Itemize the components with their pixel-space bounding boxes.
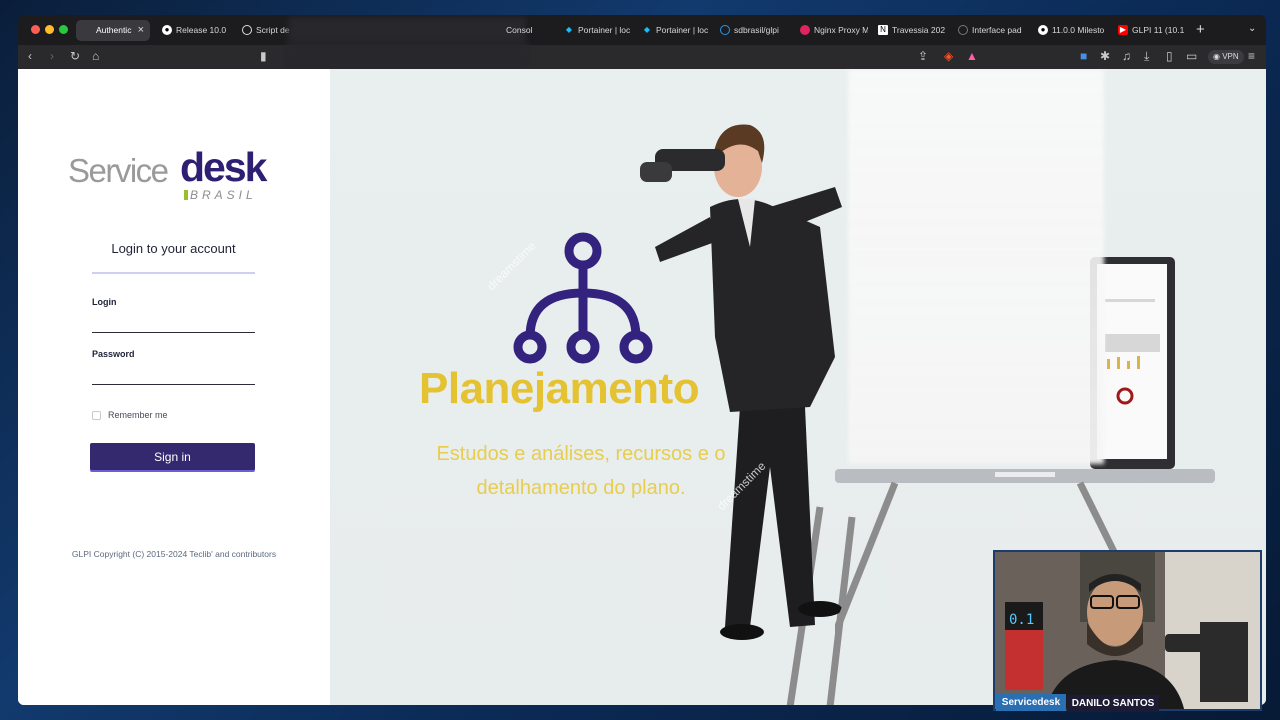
- github-icon: ●: [162, 25, 172, 35]
- tab-menu-chevron-icon[interactable]: ⌄: [1248, 23, 1256, 34]
- brave-rewards-icon[interactable]: ▲: [966, 49, 978, 63]
- minimize-window-button[interactable]: [45, 25, 54, 34]
- tab-youtube[interactable]: ▶ GLPI 11 (10.1: [1112, 20, 1188, 41]
- portainer-icon: ◆: [565, 25, 573, 34]
- presenter-brand-badge: Servicedesk: [996, 694, 1066, 711]
- back-icon[interactable]: ‹: [28, 49, 32, 63]
- login-input[interactable]: [92, 315, 255, 333]
- redacted-tabs: [288, 17, 526, 43]
- copyright-text: GLPI Copyright (C) 2015-2024 Teclib' and…: [71, 549, 277, 559]
- tab-portainer-1[interactable]: ◆ Portainer | loc: [558, 20, 632, 41]
- login-label: Login: [92, 297, 117, 307]
- close-tab-icon[interactable]: ×: [138, 20, 144, 41]
- menu-icon[interactable]: ≡: [1248, 49, 1255, 63]
- tab-nginx[interactable]: Nginx Proxy M: [794, 20, 868, 41]
- tab-portainer-2[interactable]: ◆ Portainer | loc: [636, 20, 710, 41]
- tab-milestone[interactable]: ● 11.0.0 Milesto: [1032, 20, 1110, 41]
- remember-me-label: Remember me: [108, 410, 168, 420]
- new-tab-button[interactable]: +: [1196, 21, 1205, 38]
- forward-icon[interactable]: ›: [50, 49, 54, 63]
- blurred-region: [848, 69, 1104, 464]
- tab-interface[interactable]: Interface pad: [952, 20, 1026, 41]
- tab-release[interactable]: ● Release 10.0: [156, 20, 232, 41]
- login-panel: Service desk BRASIL Login to your accoun…: [18, 69, 330, 705]
- extensions-icon[interactable]: ✱: [1100, 49, 1110, 63]
- brave-shield-icon[interactable]: ◈: [944, 49, 953, 63]
- nginx-icon: [800, 25, 810, 35]
- sidebar-icon[interactable]: ▯: [1166, 49, 1173, 63]
- github-icon: ●: [1038, 25, 1048, 35]
- close-window-button[interactable]: [31, 25, 40, 34]
- tab-console[interactable]: Consol: [502, 20, 546, 41]
- download-icon[interactable]: ⤓: [1144, 49, 1149, 63]
- media-icon[interactable]: ♫: [1122, 49, 1131, 63]
- svg-text:0.1: 0.1: [1009, 612, 1034, 628]
- tab-bar: Authentic × ● Release 10.0 Script de Con…: [18, 15, 1266, 45]
- tab-travessia[interactable]: N Travessia 202: [872, 20, 946, 41]
- presenter-webcam: 0.1: [993, 550, 1262, 711]
- tab-script[interactable]: Script de: [236, 20, 296, 41]
- tab-authentication[interactable]: Authentic ×: [76, 20, 150, 41]
- reload-icon[interactable]: ↻: [70, 49, 80, 63]
- logo-bars-icon: [184, 190, 188, 200]
- browser-toolbar: ‹ › ↻ ⌂ ▮ ⇪ ◈ ▲ ■ ✱ ♫ ⤓ ▯ ▭ ◉ VPN ≡: [18, 43, 1266, 71]
- servicedesk-logo: Service desk BRASIL: [68, 144, 267, 202]
- home-icon[interactable]: ⌂: [92, 49, 99, 63]
- youtube-icon: ▶: [1118, 25, 1128, 35]
- share-icon[interactable]: ⇪: [918, 49, 928, 63]
- bookmark-icon[interactable]: ▮: [260, 49, 267, 63]
- docker-icon: [720, 25, 730, 35]
- tab-sdbrasil[interactable]: sdbrasil/glpi: [714, 20, 788, 41]
- password-input[interactable]: [92, 367, 255, 385]
- redacted-address-bar: [286, 43, 528, 71]
- circle-icon: [958, 25, 968, 35]
- maximize-window-button[interactable]: [59, 25, 68, 34]
- bitwarden-icon[interactable]: ■: [1080, 49, 1087, 63]
- presenter-name-badge: DANILO SANTOS: [1067, 695, 1159, 712]
- login-title: Login to your account: [111, 241, 236, 256]
- vpn-button[interactable]: ◉ VPN: [1208, 50, 1244, 64]
- title-underline: [92, 272, 255, 274]
- notion-icon: N: [878, 25, 888, 35]
- circle-icon: [242, 25, 252, 35]
- sign-in-button[interactable]: Sign in: [90, 443, 255, 470]
- password-label: Password: [92, 349, 135, 359]
- portainer-icon: ◆: [643, 25, 651, 34]
- presenter-video-image: 0.1: [995, 552, 1260, 709]
- checkbox-icon[interactable]: [92, 411, 101, 420]
- wallet-icon[interactable]: ▭: [1186, 49, 1197, 63]
